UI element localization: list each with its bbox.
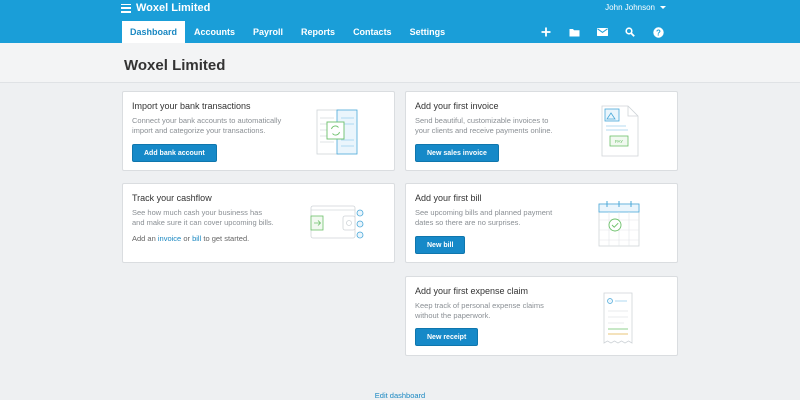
add-bank-account-button[interactable]: Add bank account [132, 144, 217, 162]
mail-icon[interactable] [588, 21, 616, 43]
new-receipt-button[interactable]: New receipt [415, 328, 479, 346]
tab-payroll[interactable]: Payroll [244, 21, 292, 43]
user-name: John Johnson [605, 3, 655, 12]
calendar-icon [598, 201, 640, 247]
card-description: See upcoming bills and planned payment da… [415, 208, 553, 227]
get-started-text: Add an invoice or bill to get started. [132, 234, 250, 243]
card-title: Add your first invoice [415, 101, 499, 111]
help-icon[interactable]: ? [644, 21, 672, 43]
card-description: See how much cash your business has and m… [132, 208, 274, 227]
svg-text:?: ? [656, 28, 661, 37]
page-title: Woxel Limited [124, 57, 226, 74]
tab-contacts[interactable]: Contacts [344, 21, 401, 43]
invoice-card: Add your first invoice Send beautiful, c… [405, 91, 678, 171]
new-sales-invoice-button[interactable]: New sales invoice [415, 144, 499, 162]
menu-icon [121, 3, 131, 13]
expense-card: Add your first expense claim Keep track … [405, 276, 678, 356]
tab-dashboard[interactable]: Dashboard [122, 21, 186, 43]
card-title: Add your first bill [415, 193, 482, 203]
invoice-link[interactable]: invoice [158, 234, 181, 243]
edit-dashboard-link: Edit dashboard [0, 391, 800, 400]
bill-link[interactable]: bill [192, 234, 201, 243]
card-title: Import your bank transactions [132, 101, 251, 111]
edit-dashboard-label[interactable]: Edit dashboard [375, 391, 425, 400]
top-bar: Woxel Limited John Johnson Dashboard Acc… [0, 0, 800, 43]
bank-card: Import your bank transactions Connect yo… [122, 91, 395, 171]
page-header [0, 43, 800, 83]
caret-down-icon [660, 6, 666, 9]
bill-card: Add your first bill See upcoming bills a… [405, 183, 678, 263]
wallet-icon [310, 205, 364, 239]
pay-label: PAY [615, 139, 623, 144]
search-icon[interactable] [616, 21, 644, 43]
card-title: Track your cashflow [132, 193, 212, 203]
header-actions: ? [532, 21, 672, 43]
tab-reports[interactable]: Reports [292, 21, 344, 43]
user-menu[interactable]: John Johnson [605, 3, 666, 12]
folder-icon[interactable] [560, 21, 588, 43]
bank-statement-icon [316, 109, 358, 155]
invoice-icon: PAY [601, 105, 639, 157]
new-bill-button[interactable]: New bill [415, 236, 466, 254]
org-switcher[interactable]: Woxel Limited [121, 1, 210, 15]
receipt-icon [603, 292, 633, 344]
cashflow-card: Track your cashflow See how much cash yo… [122, 183, 395, 263]
org-name: Woxel Limited [136, 2, 211, 14]
main-nav: Dashboard Accounts Payroll Reports Conta… [122, 21, 454, 43]
card-description: Send beautiful, customizable invoices to… [415, 116, 553, 135]
plus-icon[interactable] [532, 21, 560, 43]
card-title: Add your first expense claim [415, 286, 529, 296]
card-description: Connect your bank accounts to automatica… [132, 116, 282, 135]
tab-accounts[interactable]: Accounts [185, 21, 244, 43]
card-description: Keep track of personal expense claims wit… [415, 301, 544, 320]
tab-settings[interactable]: Settings [401, 21, 455, 43]
